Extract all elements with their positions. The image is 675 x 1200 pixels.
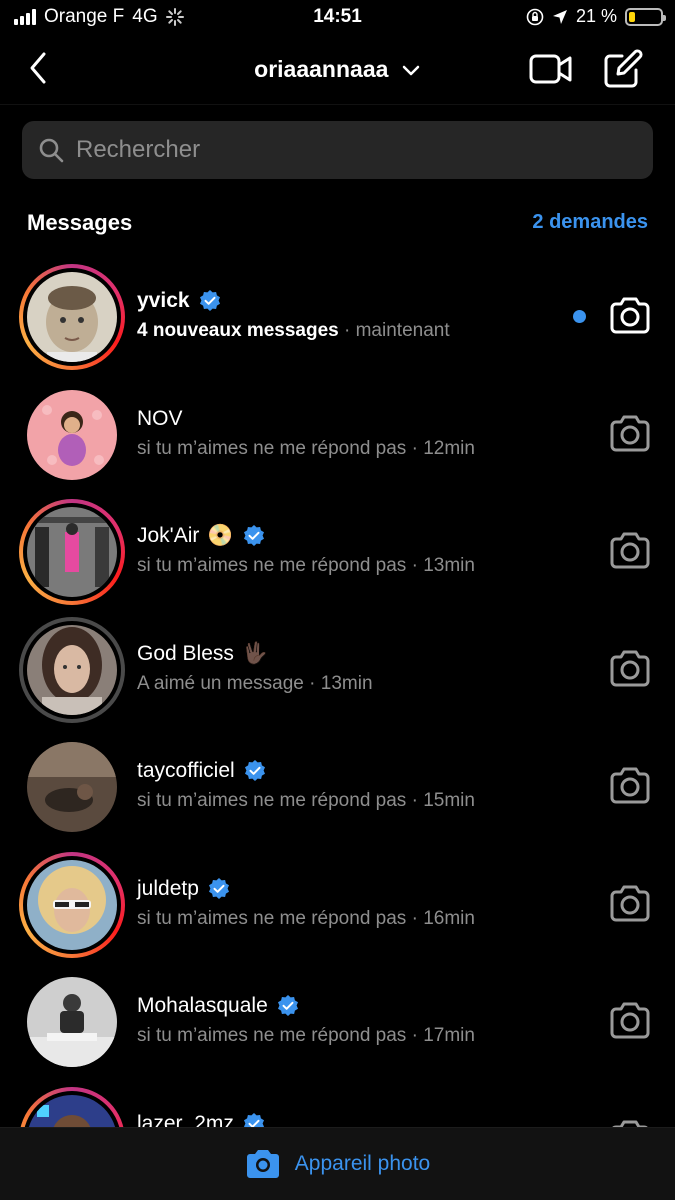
message-time: 16min <box>423 907 475 929</box>
conversation-list: yvick 4 nouveaux messages · maintenant N… <box>0 258 675 1198</box>
camera-icon[interactable] <box>608 296 652 336</box>
avatar <box>27 859 117 950</box>
video-call-icon[interactable] <box>528 52 574 86</box>
avatar-container[interactable] <box>19 969 125 1075</box>
avatar <box>27 507 117 597</box>
verified-badge-icon <box>243 525 264 546</box>
message-time: 13min <box>320 672 373 694</box>
orientation-lock-icon <box>526 8 544 25</box>
message-time: 15min <box>423 790 475 811</box>
seen-story-ring[interactable] <box>19 616 125 723</box>
search-bar[interactable] <box>22 121 653 179</box>
conversation-row[interactable]: Jok'Air 📀 si tu m’aimes ne me répond pas… <box>0 493 675 611</box>
verified-badge-icon <box>277 995 298 1016</box>
status-bar: Orange F 4G 14:51 21 % <box>0 0 675 34</box>
messages-section-title: Messages <box>27 210 133 235</box>
name-emoji: 📀 <box>207 524 234 547</box>
camera-icon[interactable] <box>608 884 652 924</box>
camera-icon[interactable] <box>608 766 652 806</box>
header-divider <box>0 104 675 105</box>
name-emoji: 🖖🏿 <box>241 641 269 665</box>
camera-icon[interactable] <box>608 1001 652 1041</box>
conversation-row[interactable]: juldetp si tu m’aimes ne me répond pas ·… <box>0 846 675 964</box>
camera-bottom-bar[interactable]: Appareil photo <box>0 1127 675 1200</box>
avatar <box>27 977 117 1067</box>
search-icon <box>39 138 64 163</box>
compose-icon[interactable] <box>602 48 644 90</box>
battery-level <box>629 11 636 22</box>
conversation-row[interactable]: taycofficiel si tu m’aimes ne me répond … <box>0 728 675 846</box>
location-arrow-icon <box>552 9 567 24</box>
verified-badge-icon <box>208 877 229 899</box>
battery-icon <box>625 7 666 26</box>
message-preview: si tu m’aimes ne me répond pas <box>137 907 407 929</box>
camera-button-label: Appareil photo <box>294 1152 431 1175</box>
avatar <box>27 624 117 715</box>
avatar <box>27 389 117 480</box>
avatar-container[interactable] <box>19 734 125 840</box>
battery-percent: 21 % <box>575 6 617 26</box>
message-time: maintenant <box>355 320 450 341</box>
conversation-name: Jok'Air <box>137 524 200 547</box>
search-input[interactable] <box>76 136 636 164</box>
conversation-name: yvick <box>137 289 190 312</box>
conversation-name: NOV <box>137 406 183 430</box>
conversation-name: God Bless <box>137 641 234 665</box>
message-preview: A aimé un message <box>137 672 304 694</box>
avatar <box>27 272 117 362</box>
conversation-row[interactable]: yvick 4 nouveaux messages · maintenant <box>0 258 675 376</box>
conversation-name: taycofficiel <box>137 759 235 782</box>
camera-icon[interactable] <box>608 531 652 571</box>
navigation-bar: oriaaannaaa <box>0 34 675 104</box>
message-preview: si tu m’aimes ne me répond pas <box>137 437 407 459</box>
chevron-down-icon <box>402 65 420 76</box>
avatar <box>27 742 117 832</box>
message-preview: si tu m’aimes ne me répond pas <box>137 555 407 576</box>
story-ring[interactable] <box>19 264 125 370</box>
message-preview: 4 nouveaux messages <box>137 320 339 341</box>
camera-icon[interactable] <box>608 414 652 454</box>
conversation-row[interactable]: Mohalasquale si tu m’aimes ne me répond … <box>0 963 675 1081</box>
message-time: 17min <box>423 1025 475 1046</box>
verified-badge-icon <box>199 290 220 311</box>
message-preview: si tu m’aimes ne me répond pas <box>137 1025 407 1046</box>
conversation-name: Mohalasquale <box>137 994 268 1017</box>
conversation-row[interactable]: NOV si tu m’aimes ne me répond pas · 12m… <box>0 376 675 494</box>
conversation-name: juldetp <box>137 876 199 900</box>
avatar-container[interactable] <box>19 382 125 488</box>
message-requests-link[interactable]: 2 demandes <box>532 211 648 234</box>
username-title: oriaaannaaa <box>254 56 389 82</box>
unread-indicator <box>573 310 586 323</box>
verified-badge-icon <box>244 760 265 781</box>
camera-icon <box>246 1150 279 1178</box>
story-ring[interactable] <box>19 499 125 605</box>
message-time: 13min <box>423 555 475 576</box>
conversation-row[interactable]: God Bless 🖖🏿 A aimé un message · 13min <box>0 611 675 729</box>
message-time: 12min <box>423 437 475 459</box>
message-preview: si tu m’aimes ne me répond pas <box>137 790 407 811</box>
camera-icon[interactable] <box>608 649 652 689</box>
story-ring[interactable] <box>19 851 125 958</box>
